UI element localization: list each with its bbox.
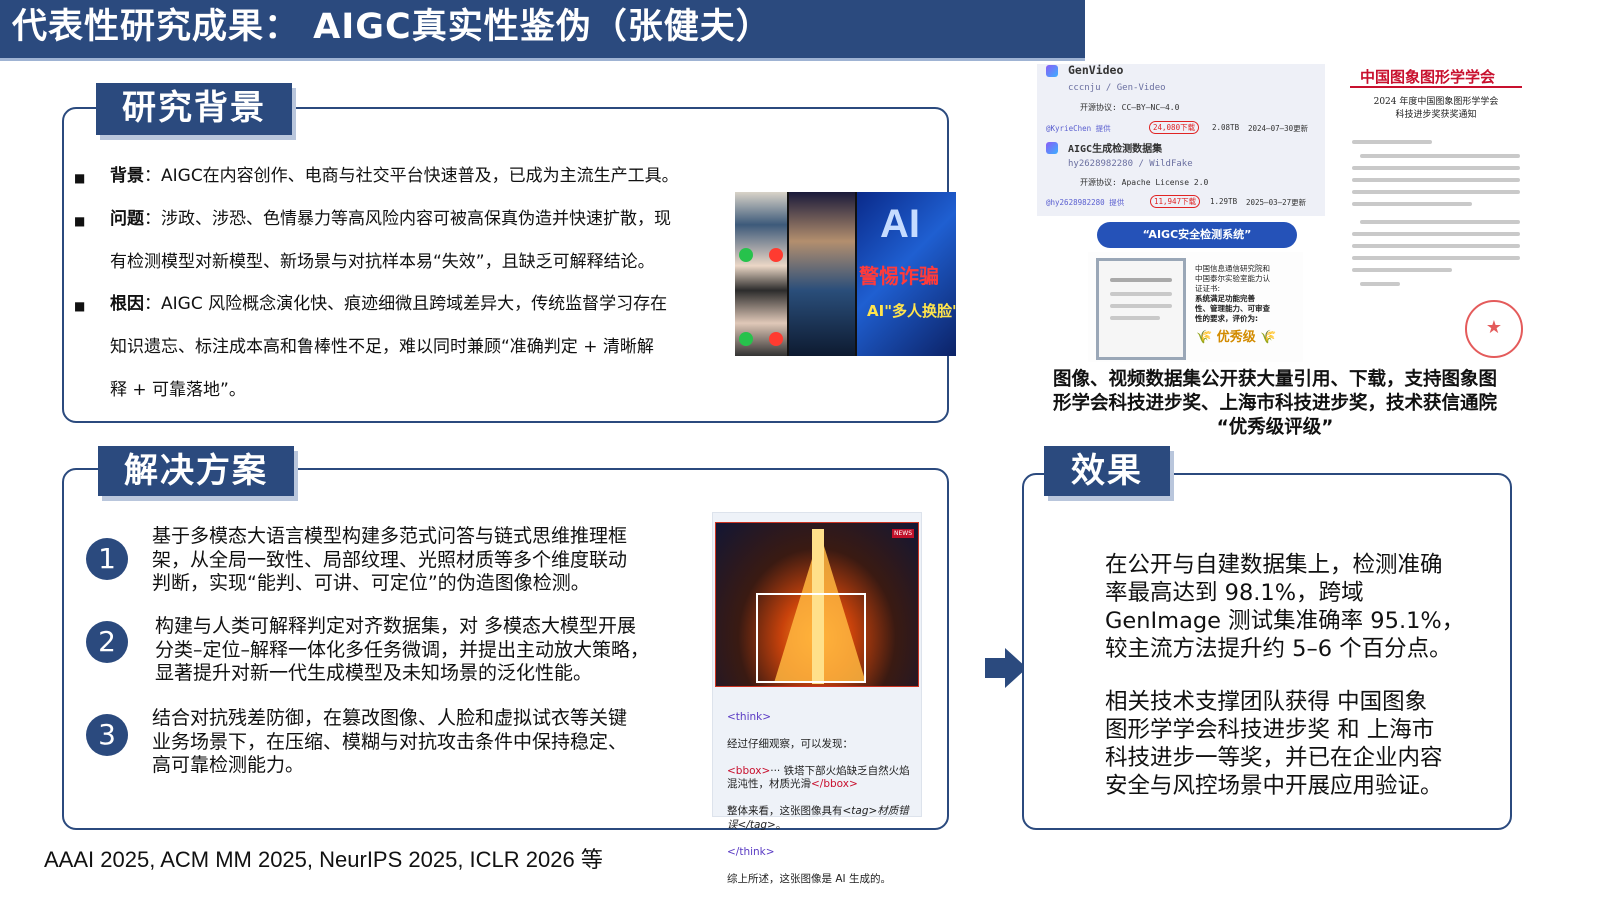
solution-item-2: 构建与人类可解释判定对齐数据集，对 多模态大模型开展 分类–定位–解释一体化多任… xyxy=(155,615,650,684)
dataset-logo-icon xyxy=(1046,65,1058,77)
collage-overlay-subtitle: AI"多人换脸" xyxy=(867,302,956,320)
bullet-root-cause: 根因：AIGC 风险概念演化快、痕迹细微且跨域差异大，传统监督学习存在 xyxy=(110,283,667,326)
dataset-name: GenVideo xyxy=(1068,63,1124,77)
letter-text-line xyxy=(1352,190,1520,194)
dataset-size: 1.29TB xyxy=(1210,197,1238,206)
certificate-text-line xyxy=(1110,278,1172,282)
certificate-text-line xyxy=(1110,316,1160,320)
collage-overlay-ai: AI xyxy=(880,202,920,246)
dataset-license: 开源协议: Apache License 2.0 xyxy=(1080,178,1209,187)
burning-eiffel-tower-image: NEWS xyxy=(715,522,919,687)
bullet-text: ：AIGC 风险概念演化快、痕迹细微且跨域差异大，传统监督学习存在 xyxy=(144,294,668,314)
bullet-marker: ■ xyxy=(74,171,86,185)
dataset-updated: 2025–03–27更新 xyxy=(1246,198,1307,207)
letter-header-rule xyxy=(1350,86,1522,88)
reasoning-trace: <think> 经过仔细观察，可以发现： <bbox>··· 铁塔下部火焰缺乏自… xyxy=(727,697,919,886)
news-badge: NEWS xyxy=(892,529,915,538)
excellent-grade-label: 🌾 优秀级 🌾 xyxy=(1196,330,1277,345)
bbox-open-tag: <bbox> xyxy=(727,764,771,777)
official-seal-icon: ★ xyxy=(1465,300,1523,358)
bullet-marker: ■ xyxy=(74,214,86,228)
certificate-text-line xyxy=(1110,292,1172,296)
effect-paragraph-accuracy: 在公开与自建数据集上，检测准确 率最高达到 98.1%，跨域 GenImage … xyxy=(1105,552,1465,662)
think-open-tag: <think> xyxy=(727,710,772,723)
letter-text-line xyxy=(1352,140,1432,144)
step-number-2: 2 xyxy=(86,621,128,663)
letter-text-line xyxy=(1352,178,1520,182)
venue-footer: AAAI 2025, ACM MM 2025, NeurIPS 2025, IC… xyxy=(44,847,603,872)
effect-heading: 效果 xyxy=(1044,446,1170,496)
page-title: 代表性研究成果： AIGC真实性鉴伪（张健夫） xyxy=(12,7,772,47)
deepfake-news-collage: AI 警惕诈骗 AI"多人换脸" xyxy=(735,192,956,356)
grade-text: 优秀级 xyxy=(1216,330,1256,345)
letter-text-line xyxy=(1360,220,1520,224)
letter-header: 中国图象图形学学会 xyxy=(1360,68,1496,86)
collage-overlay-warning: 警惕诈骗 xyxy=(859,264,939,288)
bullet-text: ：涉政、涉恐、色情暴力等高风险内容可被高保真伪造并快速扩散，现 xyxy=(144,209,671,229)
dataset-path: cccnju / Gen-Video xyxy=(1068,83,1166,93)
call-accept-icon xyxy=(739,248,753,262)
dataset-size: 2.08TB xyxy=(1212,123,1240,132)
certificate-text-line xyxy=(1110,304,1172,308)
dataset-downloads-badge: 24,080下载 xyxy=(1149,121,1200,134)
letter-text-line xyxy=(1352,268,1452,272)
bullet-problem: 问题：涉政、涉恐、色情暴力等高风险内容可被高保真伪造并快速扩散，现 xyxy=(110,198,671,241)
letter-subject: 2024 年度中国图象图形学学会 科技进步奖获奖通知 xyxy=(1373,97,1499,120)
title-underline xyxy=(0,58,1085,61)
bullet-text: 释 + 可靠落地”。 xyxy=(110,380,246,400)
call-decline-icon xyxy=(769,332,783,346)
dataset-name: AIGC生成检测数据集 xyxy=(1068,144,1163,155)
forgery-bounding-box xyxy=(756,593,866,683)
letter-text-line xyxy=(1352,244,1520,248)
letter-text-line xyxy=(1360,154,1520,158)
call-accept-icon xyxy=(739,332,753,346)
certificate-image xyxy=(1096,258,1186,360)
bullet-label: 问题 xyxy=(110,209,144,229)
dataset-provider: @KyrieChen 提供 xyxy=(1046,124,1111,133)
letter-text-line xyxy=(1352,232,1520,236)
reasoning-line-3: 整体来看，这张图像具有 xyxy=(727,805,843,817)
evidence-caption: 图像、视频数据集公开获大量引用、下载，支持图象图 形学会科技进步奖、上海市科技进… xyxy=(1052,369,1497,438)
solution-heading: 解决方案 xyxy=(98,446,294,496)
call-decline-icon xyxy=(769,248,783,262)
bullet-background: 背景：AIGC在内容创作、电商与社交平台快速普及，已成为主流生产工具。 xyxy=(110,155,679,198)
bullet-text: 知识遗忘、标注成本高和鲁棒性不足，难以同时兼顾“准确判定 + 清晰解 xyxy=(110,337,654,357)
bullet-label: 背景 xyxy=(110,166,144,186)
bbox-close-tag: </bbox> xyxy=(811,778,858,790)
step-number-3: 3 xyxy=(86,714,128,756)
certificate-issuer-text: 中国信息通信研究院和 中国泰尔实验室能力认 证证书: xyxy=(1195,264,1270,293)
bullet-text: 有检测模型对新模型、新场景与对抗样本易“失效”，且缺乏可解释结论。 xyxy=(110,252,655,272)
certificate-evaluation-text: 系统满足功能完善 性、管理能力、可审查 性的要求，评价为: xyxy=(1195,294,1270,323)
dataset-provider: @hy2628982280 提供 xyxy=(1046,198,1125,207)
reasoning-line-3-end: 。 xyxy=(775,818,787,831)
bullet-label: 根因 xyxy=(110,294,144,314)
dataset-updated: 2024–07–30更新 xyxy=(1248,124,1309,133)
video-call-image xyxy=(789,192,855,356)
dataset-logo-icon xyxy=(1046,142,1058,154)
think-close-tag: </think> xyxy=(727,845,775,858)
letter-text-line xyxy=(1360,282,1400,286)
background-heading: 研究背景 xyxy=(96,83,292,135)
dataset-downloads-badge: 11,947下载 xyxy=(1150,195,1201,208)
reasoning-line-1: 经过仔细观察，可以发现： xyxy=(727,737,853,750)
arrow-right-icon xyxy=(985,658,1005,678)
letter-text-line xyxy=(1352,202,1472,206)
letter-text-line xyxy=(1352,256,1520,260)
bullet-marker: ■ xyxy=(74,299,86,313)
dataset-path: hy2628982280 / WildFake xyxy=(1068,159,1193,169)
letter-text-line xyxy=(1352,166,1520,170)
dataset-license: 开源协议: CC–BY–NC–4.0 xyxy=(1080,103,1180,112)
effect-paragraph-awards: 相关技术支撑团队获得 中国图象 图形学学会科技进步奖 和 上海市 科技进步一等奖… xyxy=(1105,689,1443,799)
solution-item-1: 基于多模态大语言模型构建多范式问答与链式思维推理框 架，从全局一致性、局部纹理、… xyxy=(152,525,628,594)
conclusion-line: 综上所述，这张图像是 AI 生成的。 xyxy=(727,872,891,885)
system-name-badge: “AIGC安全检测系统” xyxy=(1097,222,1297,248)
solution-item-3: 结合对抗残差防御，在篡改图像、人脸和虚拟试衣等关键 业务场景下，在压缩、模糊与对… xyxy=(152,707,628,776)
step-number-1: 1 xyxy=(86,538,128,580)
bullet-text: ：AIGC在内容创作、电商与社交平台快速普及，已成为主流生产工具。 xyxy=(144,166,679,186)
